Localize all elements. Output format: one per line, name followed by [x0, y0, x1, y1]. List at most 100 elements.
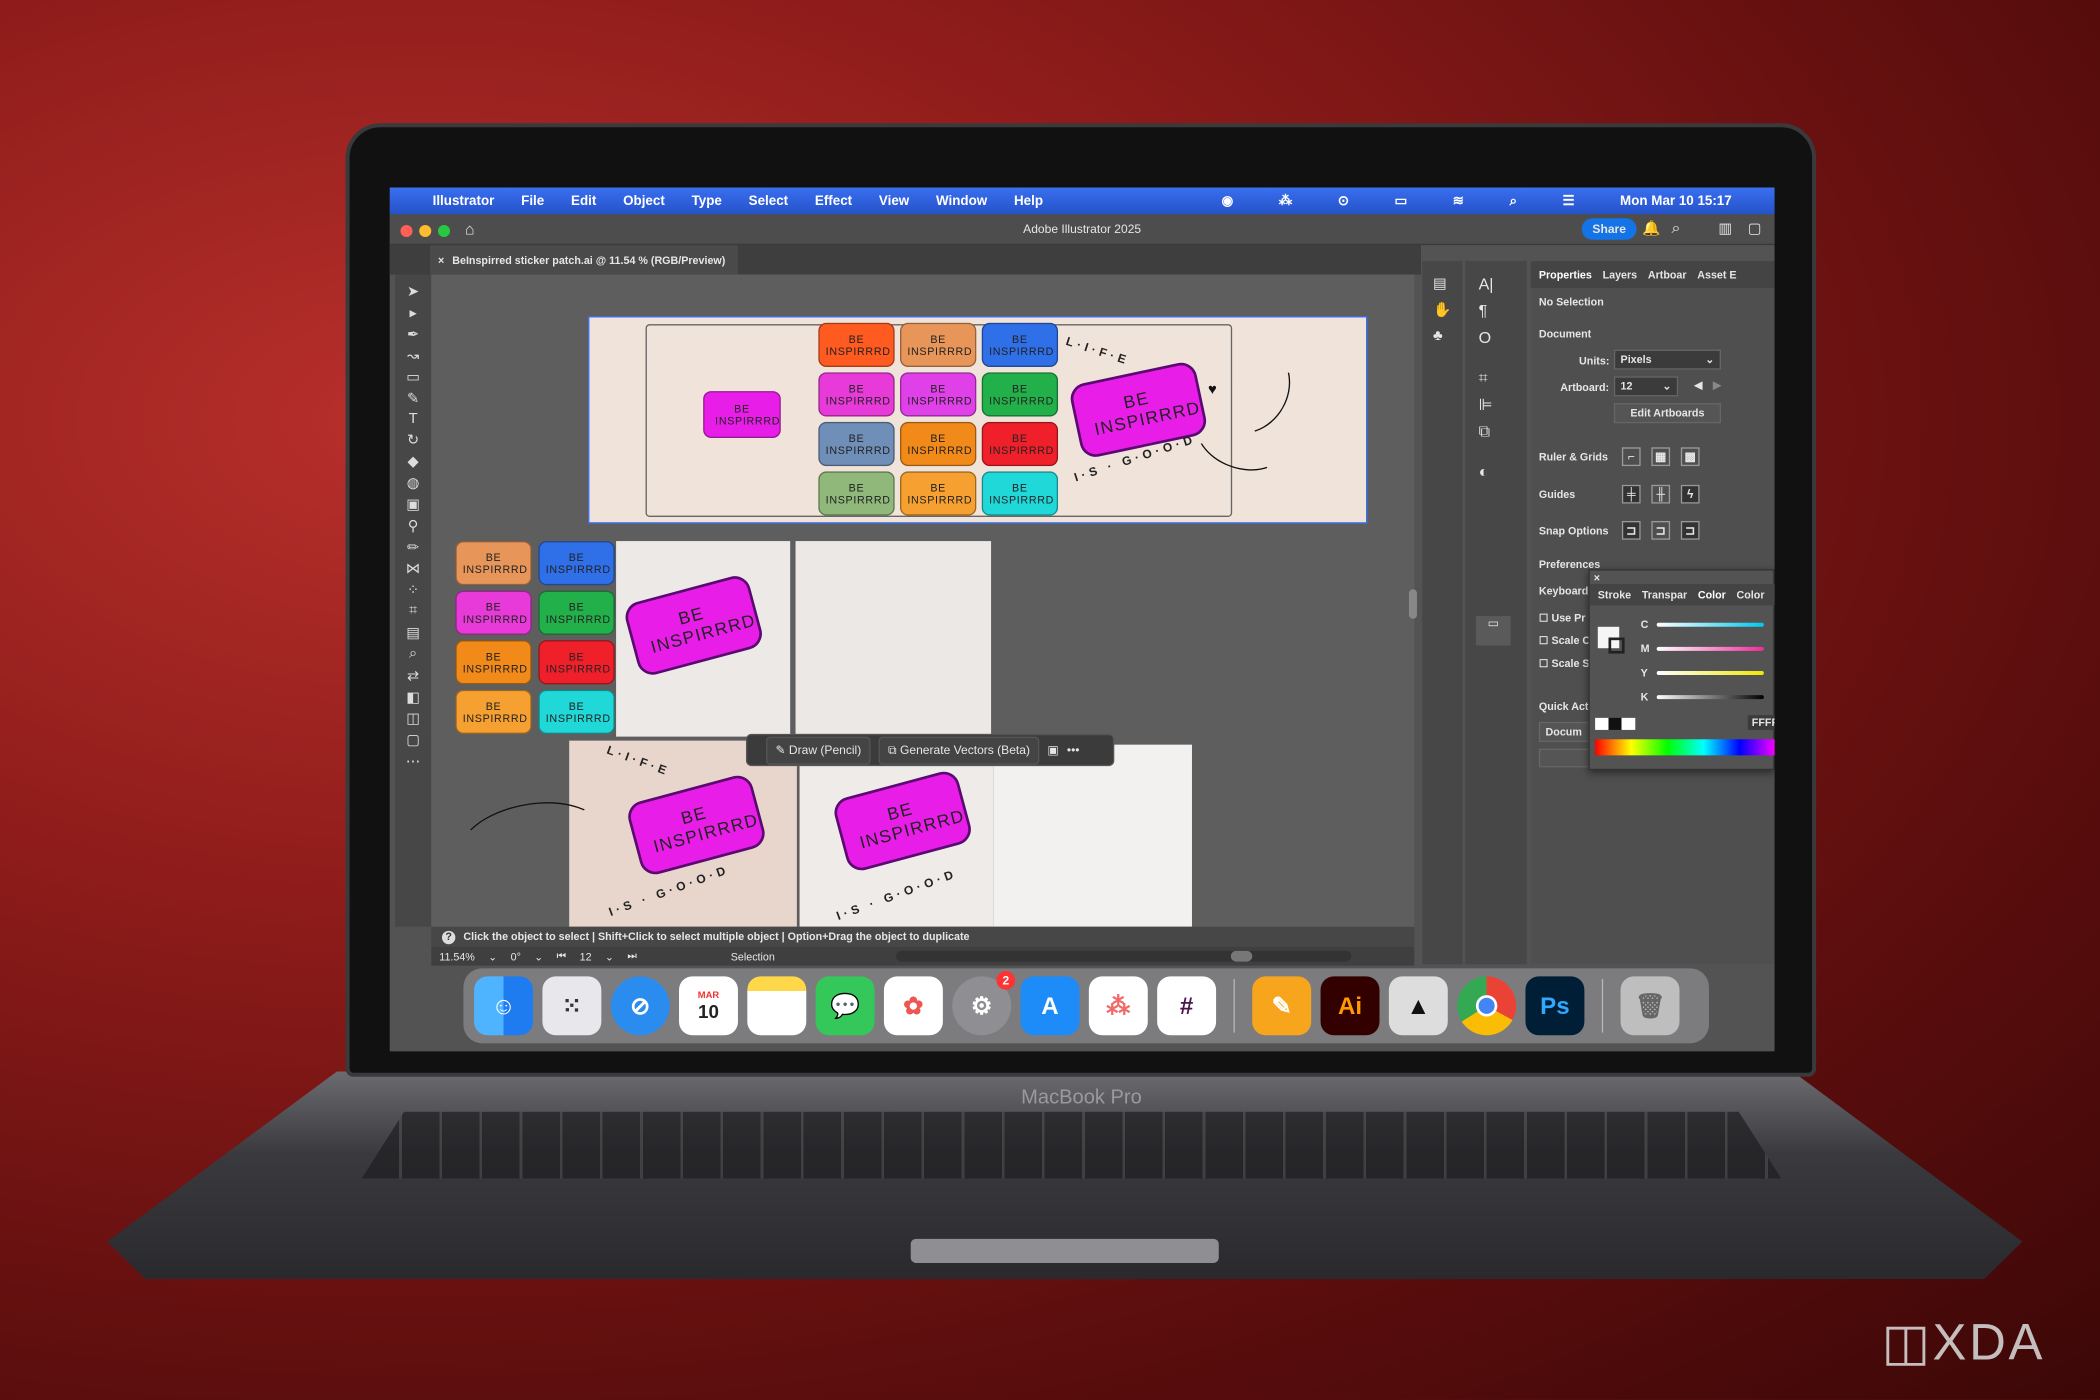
sticker-tile[interactable]: BE INSPIRRRD [900, 372, 977, 417]
sticker-tile[interactable]: BE INSPIRRRD [818, 421, 895, 467]
menu-effect[interactable]: Effect [815, 194, 852, 209]
zoom-tool-icon[interactable]: ⌕ [409, 646, 417, 663]
graph-tool-icon[interactable]: ▤ [406, 624, 420, 641]
rotate-tool-icon[interactable]: ↻ [407, 431, 419, 449]
tab-transparency[interactable]: Transpar [1642, 589, 1687, 601]
artboard-select[interactable]: 12 ⌄ [1613, 376, 1679, 397]
gradient-tool-icon[interactable]: ▣ [406, 496, 420, 513]
search-icon[interactable]: ⌕ [1509, 194, 1517, 209]
image-options-icon[interactable]: ▣ [1047, 743, 1058, 758]
dock-system-settings[interactable]: ⚙ 2 [952, 970, 1016, 1036]
pencil-tool-icon[interactable]: ✏ [407, 538, 419, 556]
tab-asset-export[interactable]: Asset E [1697, 269, 1736, 281]
more-options-button[interactable]: ••• [1067, 743, 1080, 756]
paragraph-icon[interactable]: ¶ [1479, 301, 1488, 320]
show-guides-icon[interactable]: ╪ [1621, 484, 1641, 504]
sticker-tile[interactable]: BE INSPIRRRD [455, 590, 532, 635]
lock-guides-icon[interactable]: ╫ [1651, 484, 1671, 504]
tab-properties[interactable]: Properties [1539, 269, 1592, 281]
snap-glyph-icon[interactable]: ⊐ [1680, 520, 1700, 540]
tab-color-guide[interactable]: Color [1737, 589, 1765, 601]
sticker-tile[interactable]: BE INSPIRRRD [818, 322, 895, 367]
prev-artboard-icon[interactable]: ◀ [1694, 379, 1702, 391]
wifi-icon[interactable]: ≋ [1453, 194, 1464, 209]
dock-pages[interactable]: ✎ [1252, 976, 1312, 1036]
dock-inkscape[interactable]: ▲ [1388, 976, 1448, 1036]
vertical-scrollbar[interactable] [1408, 589, 1417, 619]
battery-icon[interactable]: ▭ [1394, 194, 1407, 209]
control-center-icon[interactable]: ☰ [1563, 194, 1575, 209]
menu-help[interactable]: Help [1014, 194, 1043, 209]
transparency-grid-icon[interactable]: ▩ [1680, 447, 1700, 467]
dock-illustrator[interactable]: Ai [1320, 976, 1380, 1036]
sticker-tile[interactable]: BE INSPIRRRD [818, 372, 895, 417]
transform-icon[interactable]: ⌗ [1479, 368, 1488, 388]
share-button[interactable]: Share [1581, 218, 1637, 240]
units-select[interactable]: Pixels ⌄ [1613, 349, 1722, 370]
brush-tool-icon[interactable]: ✎ [407, 390, 419, 407]
horizontal-scrollbar[interactable] [895, 950, 1351, 962]
slider-m[interactable] [1656, 646, 1764, 651]
opentype-icon[interactable]: O [1479, 328, 1492, 347]
close-tab-icon[interactable]: × [438, 254, 444, 266]
more-tools-icon[interactable]: ⋯ [406, 753, 421, 770]
next-artboard-icon[interactable]: ▶ [1713, 379, 1721, 391]
tab-layers[interactable]: Layers [1603, 269, 1638, 281]
menu-type[interactable]: Type [692, 194, 722, 209]
dock-photos[interactable]: ✿ [883, 976, 943, 1036]
rotation-select[interactable]: 0° [511, 950, 521, 962]
pathfinder-icon[interactable]: ⧉ [1479, 422, 1490, 442]
blend-tool-icon[interactable]: ⋈ [406, 560, 421, 577]
sticker-tile[interactable]: BE INSPIRRRD [538, 640, 615, 685]
dock-notes[interactable] [747, 976, 807, 1036]
panel-toggle-icon[interactable]: ▢ [1748, 220, 1762, 237]
workspace-icon[interactable]: ▥ [1718, 220, 1732, 237]
sticker-tile[interactable]: BE INSPIRRRD [981, 322, 1059, 367]
dock-app-store[interactable]: A [1020, 976, 1080, 1036]
scroll-thumb[interactable] [1230, 950, 1252, 962]
shape-builder-icon[interactable]: ◍ [407, 474, 420, 491]
rectangle-tool-icon[interactable]: ▭ [406, 368, 420, 386]
screen-mode-icon[interactable]: ▢ [406, 731, 420, 749]
sticker-tile[interactable]: BE INSPIRRRD [900, 471, 977, 516]
zoom-level-select[interactable]: 11.54% [439, 950, 475, 962]
symbols-icon[interactable]: ♣ [1433, 328, 1443, 344]
checkbox-use-preview[interactable]: ☐ Use Pr [1539, 612, 1586, 624]
color-spectrum[interactable] [1595, 739, 1775, 756]
generate-vectors-button[interactable]: ⧉ Generate Vectors (Beta) [878, 735, 1040, 765]
play-icon[interactable]: ⊙ [1338, 194, 1349, 209]
snap-pixel-icon[interactable]: ⊐ [1651, 520, 1671, 540]
sticker-tile[interactable]: BE INSPIRRRD [455, 640, 532, 685]
checkbox-scale-strokes[interactable]: ☐ Scale S [1539, 658, 1590, 670]
sticker-tile[interactable]: BE INSPIRRRD [981, 372, 1059, 417]
artboard-6[interactable] [993, 744, 1192, 927]
notification-bell-icon[interactable]: 🔔 [1642, 220, 1660, 237]
dock-launchpad[interactable]: ⁙ [542, 976, 602, 1036]
checkbox-scale-corners[interactable]: ☐ Scale C [1539, 635, 1590, 647]
slider-k[interactable] [1656, 695, 1764, 700]
pen-tool-icon[interactable]: ✒ [407, 325, 419, 343]
libraries-icon[interactable]: ▤ [1433, 275, 1447, 292]
search-icon[interactable]: ⌕ [1671, 218, 1680, 238]
type-tool-icon[interactable]: T [409, 411, 418, 427]
dock-safari[interactable]: ⊘ [610, 976, 670, 1036]
menu-window[interactable]: Window [936, 194, 987, 209]
sticker-single[interactable]: BE INSPIRRRD [703, 391, 781, 438]
tab-color[interactable]: Color [1698, 589, 1726, 601]
snap-point-icon[interactable]: ⊐ [1621, 520, 1641, 540]
creative-cloud-icon[interactable]: ◉ [1222, 194, 1234, 209]
artboards-mini-icon[interactable]: ▭ [1475, 616, 1511, 646]
hex-field[interactable]: FFFF [1747, 715, 1775, 730]
first-artboard-icon[interactable]: ⏮ [557, 950, 567, 963]
help-icon[interactable]: ? [441, 930, 456, 944]
curvature-tool-icon[interactable]: ↝ [407, 347, 419, 364]
next-artboard-icon[interactable]: ⏭ [627, 950, 637, 963]
draw-mode-icon[interactable]: ◫ [406, 710, 420, 727]
menu-select[interactable]: Select [749, 194, 788, 209]
close-panel-icon[interactable]: × [1594, 572, 1600, 584]
sticker-tile[interactable]: BE INSPIRRRD [900, 322, 977, 367]
share-status-icon[interactable]: ⁂ [1279, 194, 1292, 209]
menu-app[interactable]: Illustrator [433, 194, 495, 209]
sticker-tile[interactable]: BE INSPIRRRD [538, 689, 615, 734]
slider-y[interactable] [1656, 670, 1764, 676]
